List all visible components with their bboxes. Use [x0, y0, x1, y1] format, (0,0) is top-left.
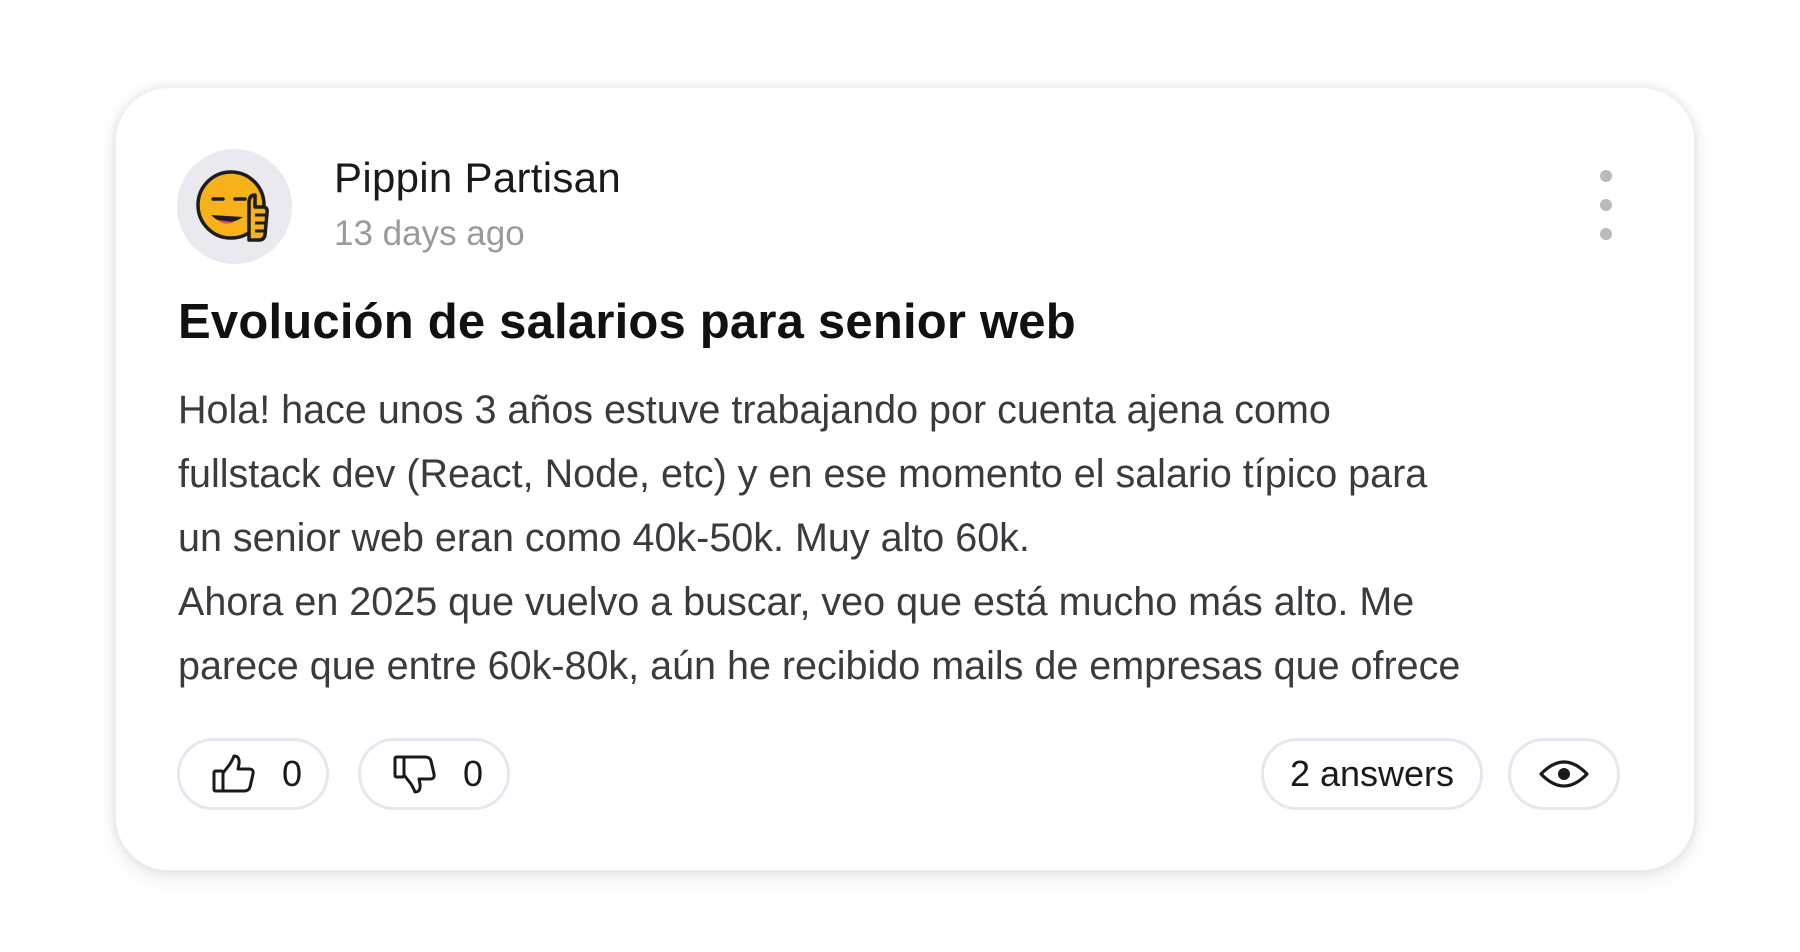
answers-button[interactable]: 2 answers — [1261, 738, 1483, 810]
thumbs-up-icon — [212, 754, 256, 794]
eye-icon — [1539, 760, 1589, 788]
more-options-button[interactable] — [1588, 170, 1624, 240]
post-timestamp: 13 days ago — [334, 214, 525, 253]
post-title[interactable]: Evolución de salarios para senior web — [178, 294, 1076, 350]
dislike-count: 0 — [463, 753, 484, 794]
like-count: 0 — [282, 753, 303, 794]
post-body-line: parece que entre 60k-80k, aún he recibid… — [178, 644, 1461, 688]
ellipsis-dot — [1600, 199, 1612, 211]
ellipsis-dot — [1600, 228, 1612, 240]
answers-count-label: 2 answers — [1289, 753, 1455, 794]
post-body-line: Hola! hace unos 3 años estuve trabajando… — [178, 388, 1331, 432]
post-body-line: un senior web eran como 40k-50k. Muy alt… — [178, 516, 1030, 560]
view-button[interactable] — [1508, 738, 1620, 810]
post-body: Hola! hace unos 3 años estuve trabajando… — [178, 378, 1658, 698]
post-card: Pippin Partisan 13 days ago Evolución de… — [115, 87, 1695, 871]
dislike-button[interactable]: 0 — [358, 738, 510, 810]
smirking-thumbs-up-emoji-icon — [195, 169, 269, 242]
author-name[interactable]: Pippin Partisan — [334, 154, 621, 202]
avatar[interactable] — [177, 149, 292, 264]
thumbs-down-icon — [393, 754, 437, 794]
like-button[interactable]: 0 — [177, 738, 329, 810]
post-body-line: Ahora en 2025 que vuelvo a buscar, veo q… — [178, 580, 1415, 624]
vertical-ellipsis-icon — [1600, 170, 1612, 182]
post-body-line: fullstack dev (React, Node, etc) y en es… — [178, 452, 1428, 496]
